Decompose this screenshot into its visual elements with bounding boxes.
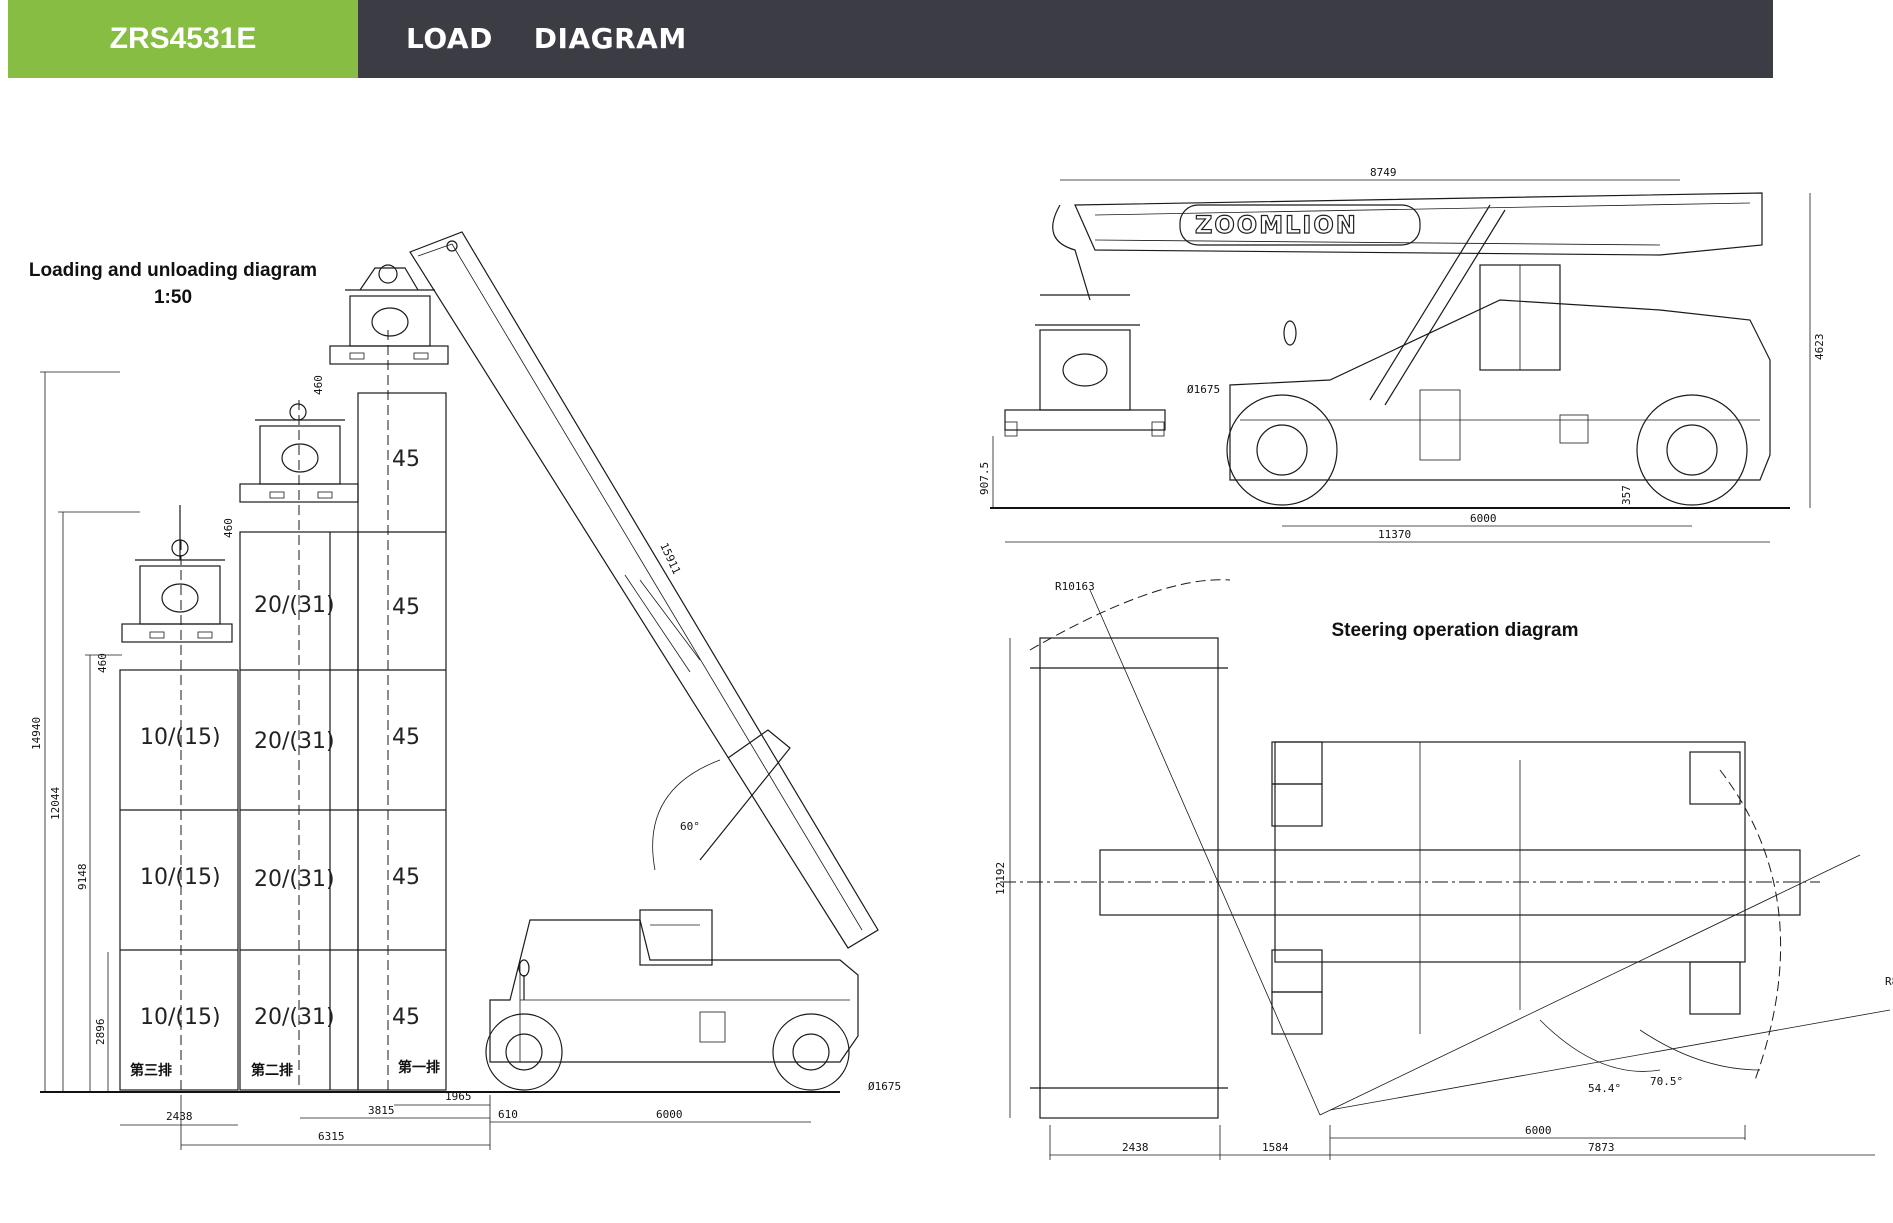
dim-boom-angle: 60° <box>680 820 700 833</box>
dim-angle-70: 70.5° <box>1650 1075 1683 1088</box>
reach-stacker-side: Ø1675 <box>485 909 901 1093</box>
cell-row1-3: 45 <box>392 725 420 750</box>
dim-stack-460-a: 460 <box>312 375 325 395</box>
cell-row2-1: 20/(31) <box>254 593 335 618</box>
side-elevation-diagram: ZOOMLION 8749 4623 Ø1675 907.5 357 6000 … <box>978 166 1826 543</box>
dim-r8000: R8000 <box>1885 975 1893 988</box>
technical-drawing: 10/(15) 10/(15) 10/(15) 20/(31) 20/(31) … <box>30 166 1893 1160</box>
cell-row3-3: 10/(15) <box>140 1005 221 1030</box>
dim-h12044: 12044 <box>49 787 62 820</box>
spreader-level1 <box>329 264 449 365</box>
brand-logo-text: ZOOMLION <box>1195 211 1358 239</box>
dim-b1584: 1584 <box>1262 1141 1289 1154</box>
dim-wheel-diameter: Ø1675 <box>868 1080 901 1093</box>
dim-angle-54: 54.4° <box>1588 1082 1621 1095</box>
dim-h2896: 2896 <box>94 1019 107 1046</box>
dim-r10163: R10163 <box>1055 580 1095 593</box>
dim-stack-460-c: 460 <box>96 653 109 673</box>
boom: 15911 60° <box>409 231 879 949</box>
dim-h14940: 14940 <box>30 717 43 750</box>
loading-diagram: 10/(15) 10/(15) 10/(15) 20/(31) 20/(31) … <box>30 231 901 1150</box>
cell-row2-3: 20/(31) <box>254 867 335 892</box>
dim-b6000: 6000 <box>1525 1124 1552 1137</box>
dim-b7873: 7873 <box>1588 1141 1615 1154</box>
dim-h9148: 9148 <box>76 864 89 891</box>
horizontal-dimensions: 2438 3815 1965 610 6000 6315 <box>120 1090 811 1150</box>
dim-side-wheel: Ø1675 <box>1187 383 1220 396</box>
cell-row1-2: 45 <box>392 595 420 620</box>
dim-wheelbase-6000: 6000 <box>1470 512 1497 525</box>
container-stack-row1 <box>357 330 447 1091</box>
cell-row1-4: 45 <box>392 865 420 890</box>
cell-row1-5: 45 <box>392 1005 420 1030</box>
row-label-3: 第三排 <box>130 1062 172 1079</box>
dim-stack-460-b: 460 <box>222 518 235 538</box>
dim-w3815: 3815 <box>368 1104 395 1117</box>
dim-boom-length: 15911 <box>657 541 683 577</box>
dim-length-11370: 11370 <box>1378 528 1411 541</box>
cell-row2-2: 20/(31) <box>254 729 335 754</box>
dim-axle-357: 357 <box>1620 485 1633 505</box>
row-label-1: 第一排 <box>398 1059 440 1076</box>
cell-row3-2: 10/(15) <box>140 865 221 890</box>
dim-height-4623: 4623 <box>1813 334 1826 361</box>
dim-w6315: 6315 <box>318 1130 345 1143</box>
spreader-level3 <box>121 505 233 643</box>
steering-operation-diagram: 12192 R10163 R8000 54.4° 70.5° 2438 1584 <box>994 579 1893 1160</box>
cell-row1-1: 45 <box>392 447 420 472</box>
cell-row3-1: 10/(15) <box>140 725 221 750</box>
dim-w1965: 1965 <box>445 1090 472 1103</box>
dim-top-8749: 8749 <box>1370 166 1397 179</box>
dim-w2438: 2438 <box>166 1110 193 1123</box>
dim-b2438: 2438 <box>1122 1141 1149 1154</box>
dim-w610: 610 <box>498 1108 518 1121</box>
dim-ground-907: 907.5 <box>978 462 991 495</box>
row-label-2: 第二排 <box>251 1062 293 1079</box>
dim-width-12192: 12192 <box>994 862 1007 895</box>
cell-row2-4: 20/(31) <box>254 1005 335 1030</box>
dim-w6000: 6000 <box>656 1108 683 1121</box>
